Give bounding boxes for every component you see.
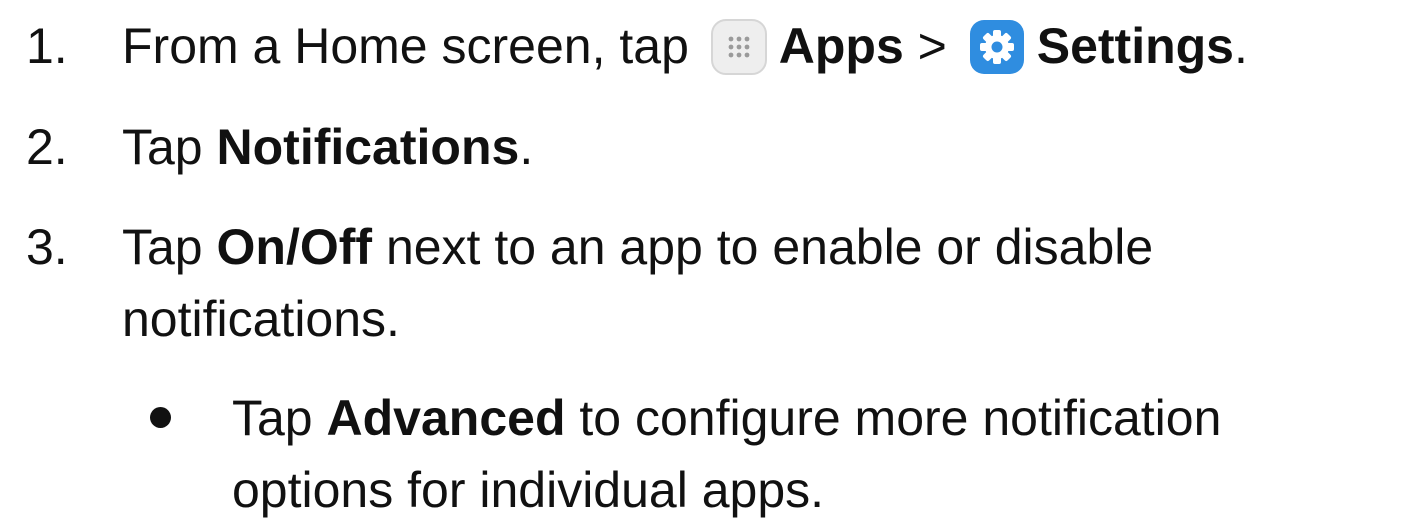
apps-grid-icon	[709, 17, 769, 77]
step-text: Tap Notifications.	[122, 111, 533, 183]
step-text: Tap On/Off next to an app to enable or d…	[122, 211, 1153, 355]
sub-text-line1: to configure more notification	[565, 390, 1222, 446]
settings-gear-icon	[967, 17, 1027, 77]
step-text-end: .	[519, 119, 534, 175]
step-text-end: .	[1234, 18, 1248, 74]
on-off-label: On/Off	[216, 219, 373, 275]
step-text-line1: next to an app to enable or disable	[372, 219, 1154, 275]
apps-label: Apps	[778, 18, 904, 74]
step-text: From a Home screen, tap Apps > Settings.	[122, 10, 1248, 82]
separator: >	[903, 18, 961, 74]
step-number: 2.	[26, 119, 68, 175]
step-text-pre: Tap	[122, 119, 217, 175]
sub-bullet-text: Tap Advanced to configure more notificat…	[232, 382, 1221, 526]
step-number: 1.	[26, 18, 68, 74]
notifications-label: Notifications	[216, 119, 520, 175]
step-text-pre: From a Home screen, tap	[122, 18, 703, 74]
step-text-line2: notifications.	[122, 291, 400, 347]
advanced-label: Advanced	[326, 390, 566, 446]
step-text-pre: Tap	[122, 219, 217, 275]
bullet-dot-icon	[150, 407, 171, 428]
instructions-document: 1. From a Home screen, tap Apps > Settin…	[0, 0, 1406, 518]
sub-text-line2: options for individual apps.	[232, 462, 825, 518]
sub-text-pre: Tap	[232, 390, 327, 446]
settings-label: Settings	[1036, 18, 1234, 74]
step-number: 3.	[26, 219, 68, 275]
